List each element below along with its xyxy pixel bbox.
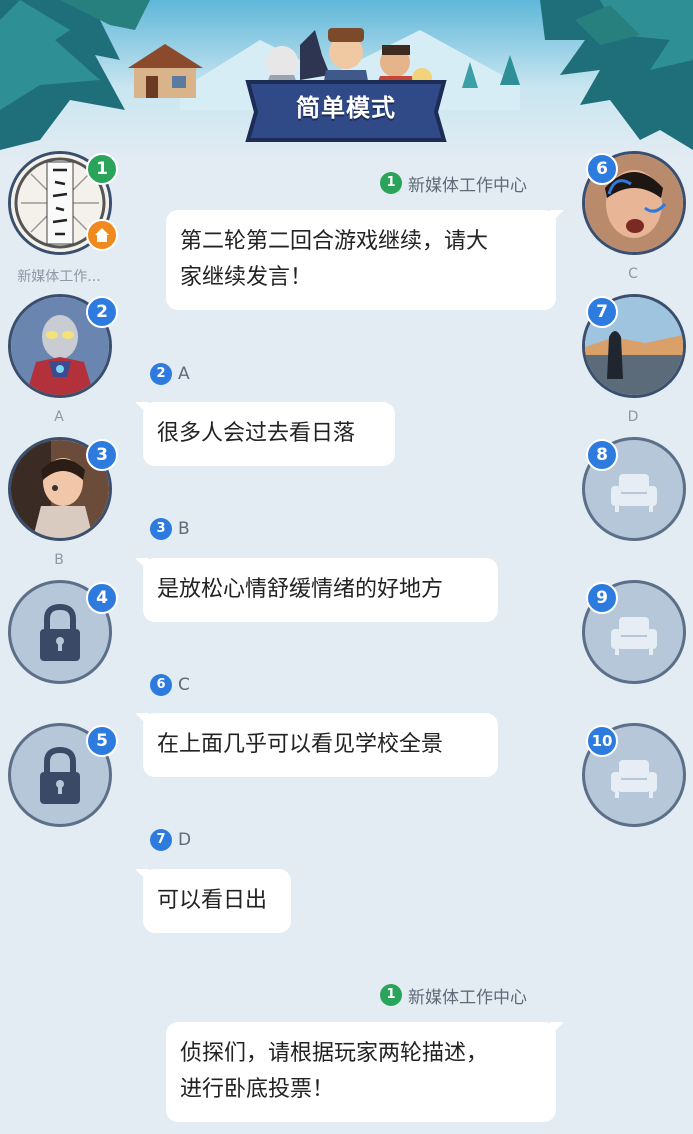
sender-seat-badge: 6 (150, 674, 172, 696)
seat-7[interactable]: 7 (582, 294, 686, 398)
seat-name: B (54, 552, 64, 568)
home-icon (86, 219, 118, 251)
seat-number-badge: 9 (586, 582, 618, 614)
message-sender: 2 A (150, 361, 190, 387)
message-line: 是放松心情舒缓情绪的好地方 (157, 577, 444, 602)
sender-name: B (178, 519, 190, 539)
sender-seat-badge: 1 (380, 984, 402, 1006)
seat-10[interactable]: 10 (582, 723, 686, 827)
message-line: 侦探们，请根据玩家两轮描述， (180, 1041, 489, 1066)
message-line: 家继续发言！ (180, 265, 313, 290)
seat-number-badge: 3 (86, 439, 118, 471)
message-line: 第二轮第二回合游戏继续，请大 (180, 229, 489, 254)
sender-name: D (178, 830, 192, 850)
seat-number-badge: 6 (586, 153, 618, 185)
message-bubble: 可以看日出 (135, 869, 291, 933)
seat-5[interactable]: 5 (8, 723, 118, 827)
seat-4[interactable]: 4 (8, 580, 118, 684)
message-bubble: 很多人会过去看日落 (135, 402, 395, 466)
seat-8[interactable]: 8 (582, 437, 686, 541)
seat-number-badge: 10 (586, 725, 618, 757)
sender-name: C (178, 675, 190, 695)
seat-number-badge: 1 (86, 153, 118, 185)
message-bubble: 侦探们，请根据玩家两轮描述， 进行卧底投票！ (166, 1022, 564, 1122)
seat-2[interactable]: 2 (8, 294, 118, 398)
seat-name: C (628, 266, 638, 282)
message-line: 可以看日出 (157, 888, 268, 913)
sender-name: 新媒体工作中心 (408, 987, 527, 1008)
message-line: 在上面几乎可以看见学校全景 (157, 732, 444, 757)
seat-number-badge: 4 (86, 582, 118, 614)
message-bubble: 在上面几乎可以看见学校全景 (135, 713, 498, 777)
message-sender: 1 新媒体工作中心 (380, 982, 527, 1008)
seat-3[interactable]: 3 (8, 437, 118, 541)
seat-9[interactable]: 9 (582, 580, 686, 684)
mode-banner-title: 简单模式 (296, 94, 396, 122)
message-sender: 7 D (150, 827, 191, 853)
sender-seat-badge: 2 (150, 363, 172, 385)
message-sender: 6 C (150, 672, 190, 698)
message-bubble: 第二轮第二回合游戏继续，请大 家继续发言！ (166, 210, 564, 310)
header-illustration (0, 0, 693, 160)
seat-number-badge: 7 (586, 296, 618, 328)
seat-name: D (627, 409, 639, 425)
sender-seat-badge: 7 (150, 829, 172, 851)
seat-name: A (54, 409, 64, 425)
message-sender: 3 B (150, 516, 190, 542)
message-sender: 1 新媒体工作中心 (380, 170, 527, 196)
sender-seat-badge: 3 (150, 518, 172, 540)
seat-6[interactable]: 6 (582, 151, 686, 255)
seat-name: 新媒体工作... (17, 269, 101, 285)
message-line: 很多人会过去看日落 (157, 421, 356, 446)
game-screen: 简单模式 1 新媒体工作... 2 A 3 B 4 5 6 C 7 D 8 9 … (0, 0, 693, 1134)
sender-name: 新媒体工作中心 (408, 175, 527, 196)
message-bubble: 是放松心情舒缓情绪的好地方 (135, 558, 498, 622)
sender-name: A (178, 364, 190, 384)
seat-number-badge: 5 (86, 725, 118, 757)
sender-seat-badge: 1 (380, 172, 402, 194)
seat-number-badge: 8 (586, 439, 618, 471)
seat-number-badge: 2 (86, 296, 118, 328)
message-line: 进行卧底投票！ (180, 1077, 335, 1102)
seat-1[interactable]: 1 (8, 151, 118, 255)
